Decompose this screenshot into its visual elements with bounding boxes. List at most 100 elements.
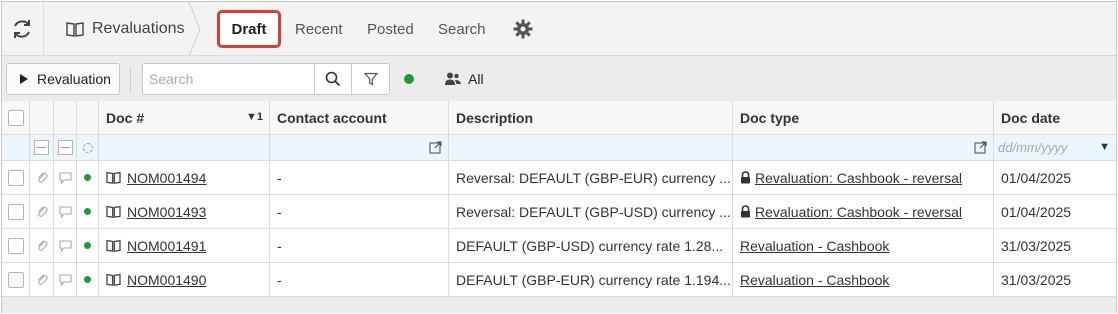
refresh-icon[interactable] (10, 17, 34, 41)
row-attachment-cell (30, 161, 54, 194)
tab-search[interactable]: Search (438, 17, 486, 41)
filter-doc-type[interactable] (733, 135, 994, 160)
row-status-cell (77, 229, 99, 262)
paperclip-icon[interactable] (36, 171, 48, 185)
sort-indicator[interactable]: ▼1 (246, 111, 263, 123)
row-select-cell (2, 195, 30, 228)
doc-date-cell: 01/04/2025 (1001, 203, 1072, 220)
filter-note-cell (54, 135, 77, 160)
tab-recent[interactable]: Recent (295, 17, 343, 41)
filter-icon (363, 72, 378, 86)
paperclip-icon[interactable] (36, 205, 48, 219)
sort-order: 1 (256, 111, 263, 123)
filter-button[interactable] (352, 63, 390, 95)
app-title-label: Revaluations (92, 20, 185, 37)
column-header-doc-date[interactable]: Doc date (994, 101, 1116, 134)
column-header-contact-account[interactable]: Contact account (270, 101, 449, 134)
revaluation-button[interactable]: Revaluation (6, 63, 120, 95)
tab-posted[interactable]: Posted (367, 17, 414, 41)
description-cell: DEFAULT (GBP-EUR) currency rate 1.194... (449, 263, 733, 296)
comment-icon[interactable] (58, 205, 72, 218)
paperclip-icon[interactable] (36, 273, 48, 287)
doc-type-link[interactable]: Revaluation - Cashbook (740, 272, 889, 288)
book-icon (106, 239, 121, 252)
play-icon (20, 74, 28, 84)
revaluations-window: Revaluations Draft Recent Posted Search (1, 1, 1117, 313)
column-header-contact-account-label: Contact account (277, 109, 387, 126)
header-attach-col (30, 101, 54, 134)
table-row[interactable]: NOM001493 - Reversal: DEFAULT (GBP-USD) … (2, 195, 1116, 229)
doc-type-cell: Revaluation: Cashbook - reversal (733, 195, 994, 228)
all-users-button[interactable]: All (444, 67, 484, 91)
description-cell: Reversal: DEFAULT (GBP-USD) currency ... (449, 195, 733, 228)
row-checkbox[interactable] (7, 271, 24, 288)
search-button[interactable] (314, 63, 352, 95)
row-select-cell (2, 263, 30, 296)
filter-note-toggle[interactable] (57, 140, 73, 155)
comment-icon[interactable] (58, 239, 72, 252)
doc-date-cell: 31/03/2025 (1001, 271, 1072, 288)
row-attachment-cell (30, 195, 54, 228)
filter-attach-toggle[interactable] (34, 140, 49, 155)
app-title[interactable]: Revaluations (66, 17, 185, 41)
row-status-cell (77, 263, 99, 296)
paperclip-icon[interactable] (36, 239, 48, 253)
doc-type-link[interactable]: Revaluation: Cashbook - reversal (755, 204, 962, 220)
row-checkbox[interactable] (7, 203, 24, 220)
doc-number-link[interactable]: NOM001490 (127, 272, 206, 288)
filter-doc-date[interactable]: dd/mm/yyyy ▼ (994, 135, 1116, 160)
doc-number-link[interactable]: NOM001494 (127, 170, 206, 186)
table-row[interactable]: NOM001491 - DEFAULT (GBP-USD) currency r… (2, 229, 1116, 263)
filter-attach-cell (30, 135, 54, 160)
row-checkbox[interactable] (7, 169, 24, 186)
doc-number-link[interactable]: NOM001491 (127, 238, 206, 254)
expand-icon[interactable] (429, 141, 442, 154)
column-header-doc-number[interactable]: Doc # ▼1 (99, 101, 270, 134)
status-dot (84, 242, 91, 249)
search-icon (325, 71, 341, 87)
search-input[interactable] (142, 63, 314, 95)
book-icon (106, 273, 121, 286)
filter-status-toggle[interactable] (82, 142, 93, 153)
description-cell: Reversal: DEFAULT (GBP-EUR) currency ... (449, 161, 733, 194)
filter-doc-number[interactable] (99, 135, 270, 160)
gear-icon[interactable] (513, 19, 533, 39)
toolbar-divider (130, 67, 131, 93)
filter-description[interactable] (449, 135, 733, 160)
row-checkbox[interactable] (7, 237, 24, 254)
row-note-cell (54, 229, 77, 262)
status-indicator[interactable] (404, 74, 414, 84)
row-attachment-cell (30, 263, 54, 296)
contact-account-cell: - (270, 229, 449, 262)
column-header-doc-type[interactable]: Doc type (733, 101, 994, 134)
column-header-description-label: Description (456, 109, 534, 126)
documents-grid: Doc # ▼1 Contact account Description Doc… (2, 101, 1116, 297)
contact-account-cell: - (270, 161, 449, 194)
book-icon (106, 205, 121, 218)
doc-type-link[interactable]: Revaluation: Cashbook - reversal (755, 170, 962, 186)
column-header-description[interactable]: Description (449, 101, 733, 134)
chevron-down-icon[interactable]: ▼ (1099, 141, 1110, 153)
book-icon (66, 22, 84, 37)
table-row[interactable]: NOM001494 - Reversal: DEFAULT (GBP-EUR) … (2, 161, 1116, 195)
status-dot (84, 208, 91, 215)
column-header-doc-type-label: Doc type (740, 109, 800, 126)
comment-icon[interactable] (58, 273, 72, 286)
row-note-cell (54, 263, 77, 296)
comment-icon[interactable] (58, 171, 72, 184)
users-icon (445, 72, 461, 85)
row-select-cell (2, 161, 30, 194)
contact-account-cell: - (270, 263, 449, 296)
table-row[interactable]: NOM001490 - DEFAULT (GBP-EUR) currency r… (2, 263, 1116, 297)
doc-number-link[interactable]: NOM001493 (127, 204, 206, 220)
select-all-checkbox[interactable] (7, 109, 24, 126)
expand-icon[interactable] (974, 141, 987, 154)
tab-recent-label: Recent (295, 20, 343, 38)
filter-contact-account[interactable] (270, 135, 449, 160)
tab-draft[interactable]: Draft (217, 10, 281, 48)
doc-type-cell: Revaluation: Cashbook - reversal (733, 161, 994, 194)
doc-type-link[interactable]: Revaluation - Cashbook (740, 238, 889, 254)
tab-posted-label: Posted (367, 20, 414, 38)
tab-search-label: Search (438, 20, 486, 38)
doc-date-cell: 01/04/2025 (1001, 169, 1072, 186)
